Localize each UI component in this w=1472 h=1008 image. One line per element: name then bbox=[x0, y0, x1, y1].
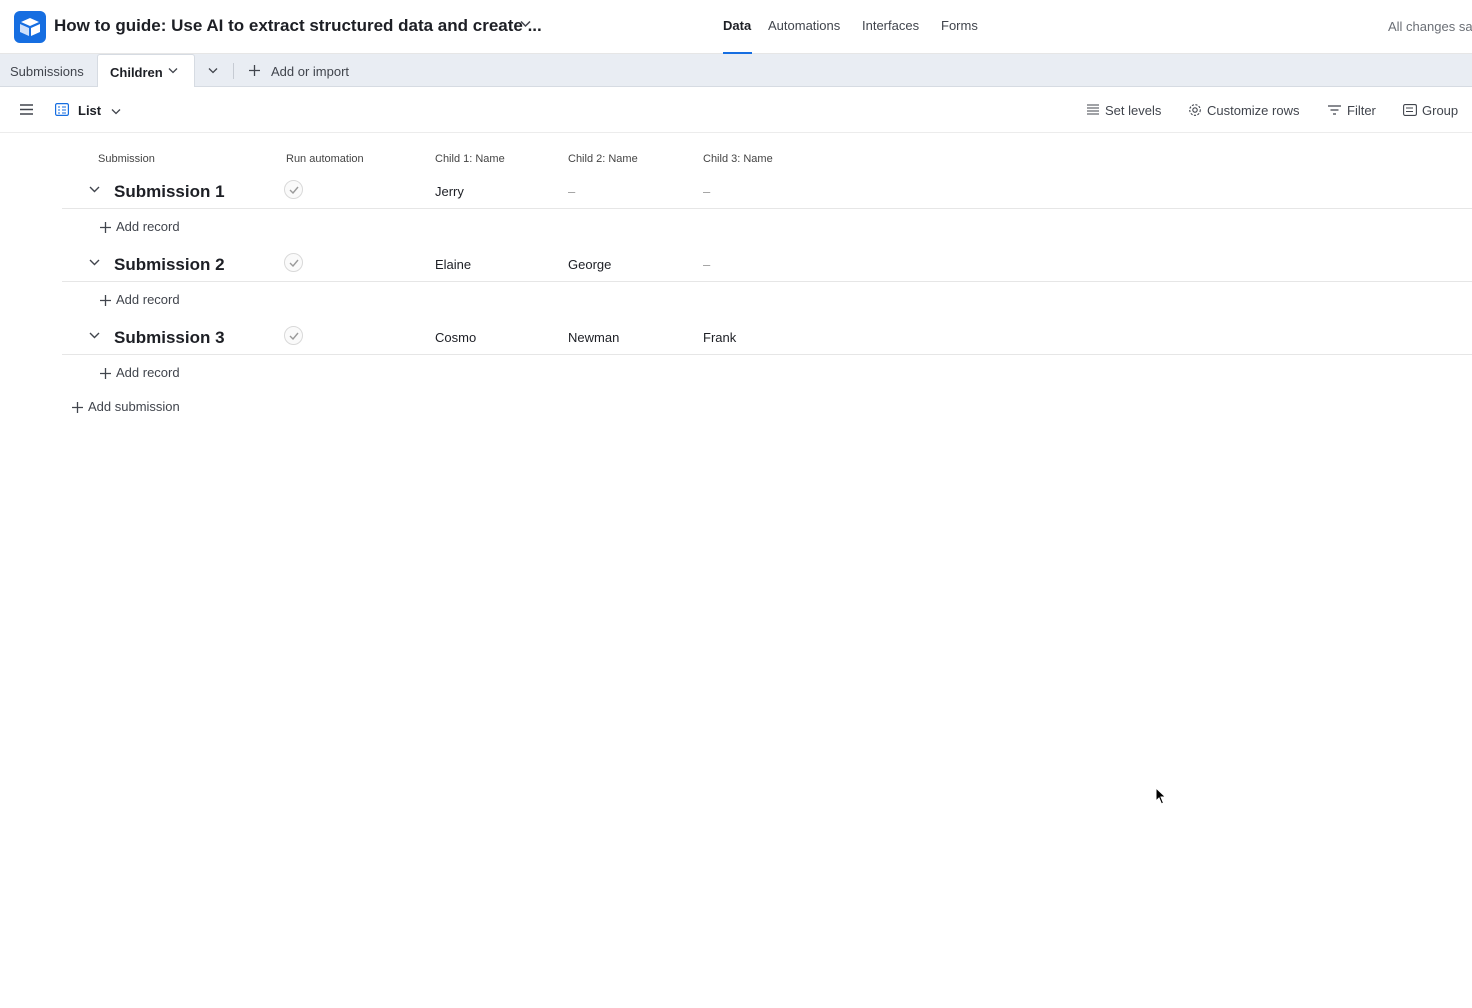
column-header-child-3-name[interactable]: Child 3: Name bbox=[703, 153, 773, 165]
submission-title[interactable]: Submission 2 bbox=[114, 255, 225, 275]
save-status: All changes sa bbox=[1388, 19, 1472, 34]
chevron-down-icon[interactable] bbox=[89, 259, 100, 266]
list-view-icon bbox=[55, 103, 69, 116]
child-2-name-cell[interactable]: George bbox=[568, 257, 611, 272]
run-automation-checkbox[interactable] bbox=[284, 253, 303, 272]
tab-children-label: Children bbox=[110, 65, 163, 80]
nav-interfaces[interactable]: Interfaces bbox=[862, 18, 919, 33]
check-icon bbox=[289, 332, 299, 340]
child-1-name-cell[interactable]: Cosmo bbox=[435, 330, 476, 345]
add-record-label: Add record bbox=[116, 365, 180, 380]
more-tables-chevron-icon[interactable] bbox=[208, 67, 218, 74]
add-record-button[interactable]: Add record bbox=[99, 219, 180, 234]
plus-icon bbox=[100, 368, 111, 380]
list-item[interactable]: Submission 1 Jerry – – bbox=[62, 172, 1472, 209]
filter-icon bbox=[1328, 105, 1341, 115]
check-icon bbox=[289, 259, 299, 267]
filter-button[interactable]: Filter bbox=[1347, 103, 1376, 118]
child-1-name-cell[interactable]: Elaine bbox=[435, 257, 471, 272]
add-or-import-button[interactable]: Add or import bbox=[271, 64, 349, 79]
chevron-down-icon[interactable] bbox=[520, 20, 531, 28]
view-name[interactable]: List bbox=[78, 103, 101, 118]
plus-icon bbox=[100, 295, 111, 307]
top-bar: How to guide: Use AI to extract structur… bbox=[0, 0, 1472, 54]
plus-icon bbox=[100, 222, 111, 234]
check-icon bbox=[289, 186, 299, 194]
tab-submissions[interactable]: Submissions bbox=[10, 64, 84, 79]
submission-title[interactable]: Submission 3 bbox=[114, 328, 225, 348]
column-header-child-1-name[interactable]: Child 1: Name bbox=[435, 153, 505, 165]
chevron-down-icon[interactable] bbox=[89, 186, 100, 193]
group-icon bbox=[1403, 104, 1417, 116]
column-header-run-automation[interactable]: Run automation bbox=[286, 153, 364, 165]
list-view: Submission Run automation Child 1: Name … bbox=[0, 133, 1472, 1008]
child-3-name-cell[interactable]: Frank bbox=[703, 330, 736, 345]
hamburger-menu-icon[interactable] bbox=[20, 104, 33, 115]
view-bar: List Set levels Customize rows Filter Gr… bbox=[0, 87, 1472, 133]
set-levels-icon bbox=[1087, 104, 1099, 115]
customize-rows-button[interactable]: Customize rows bbox=[1207, 103, 1299, 118]
base-title[interactable]: How to guide: Use AI to extract structur… bbox=[54, 16, 542, 36]
child-1-name-cell[interactable]: Jerry bbox=[435, 184, 464, 199]
group-button[interactable]: Group bbox=[1422, 103, 1458, 118]
nav-forms[interactable]: Forms bbox=[941, 18, 978, 33]
column-header-child-2-name[interactable]: Child 2: Name bbox=[568, 153, 638, 165]
run-automation-checkbox[interactable] bbox=[284, 326, 303, 345]
table-tab-bar: Submissions Children Add or import bbox=[0, 54, 1472, 87]
submission-title[interactable]: Submission 1 bbox=[114, 182, 225, 202]
list-item[interactable]: Submission 3 Cosmo Newman Frank bbox=[62, 318, 1472, 355]
add-record-button[interactable]: Add record bbox=[99, 365, 180, 380]
mouse-cursor-icon bbox=[1155, 787, 1167, 805]
add-record-label: Add record bbox=[116, 292, 180, 307]
child-2-name-cell[interactable]: Newman bbox=[568, 330, 619, 345]
tab-children[interactable]: Children bbox=[97, 54, 195, 87]
child-3-name-cell[interactable]: – bbox=[703, 184, 710, 199]
list-item[interactable]: Submission 2 Elaine George – bbox=[62, 245, 1472, 282]
add-record-button[interactable]: Add record bbox=[99, 292, 180, 307]
child-2-name-cell[interactable]: – bbox=[568, 184, 575, 199]
column-header-submission[interactable]: Submission bbox=[98, 153, 155, 165]
nav-data[interactable]: Data bbox=[723, 18, 751, 33]
run-automation-checkbox[interactable] bbox=[284, 180, 303, 199]
add-record-label: Add record bbox=[116, 219, 180, 234]
child-3-name-cell[interactable]: – bbox=[703, 257, 710, 272]
chevron-down-icon[interactable] bbox=[89, 332, 100, 339]
tab-divider bbox=[233, 63, 234, 79]
add-submission-label: Add submission bbox=[88, 399, 180, 414]
base-logo-icon[interactable] bbox=[14, 11, 46, 43]
chevron-down-icon[interactable] bbox=[111, 108, 121, 115]
gear-icon bbox=[1189, 104, 1201, 116]
plus-icon bbox=[72, 402, 83, 414]
plus-icon[interactable] bbox=[248, 64, 261, 77]
add-submission-button[interactable]: Add submission bbox=[71, 399, 180, 414]
chevron-down-icon[interactable] bbox=[168, 67, 178, 74]
set-levels-button[interactable]: Set levels bbox=[1105, 103, 1161, 118]
nav-automations[interactable]: Automations bbox=[768, 18, 840, 33]
